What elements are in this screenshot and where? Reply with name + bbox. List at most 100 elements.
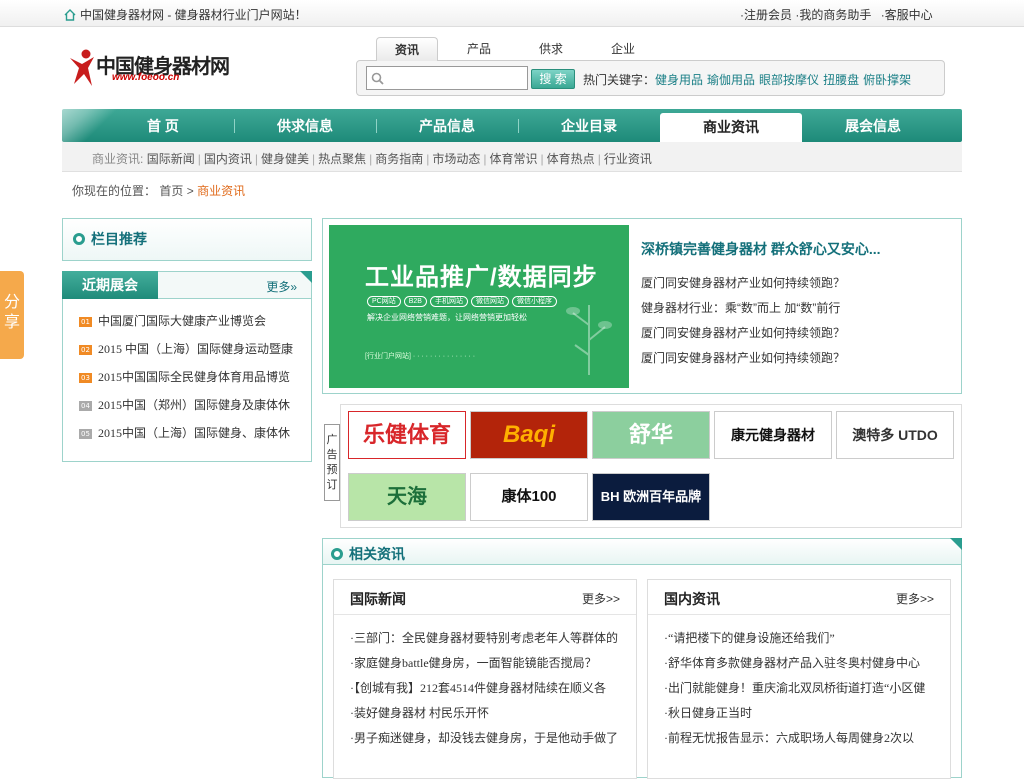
hot-keyword[interactable]: 俯卧撑架 xyxy=(863,73,911,87)
nav-item-home[interactable]: 首 页 xyxy=(92,109,234,142)
list-item[interactable]: 厦门同安健身器材产业如何持续领跑？ xyxy=(641,274,845,299)
hot-keyword[interactable]: 眼部按摩仪 xyxy=(759,73,819,87)
ad-booking-label[interactable]: 广告预订 xyxy=(324,424,340,501)
exhibition-title: 2015中国（郑州）国际健身及康体休 xyxy=(98,398,291,412)
customer-service-link[interactable]: ·客服中心 xyxy=(881,8,933,22)
breadcrumb-current[interactable]: 商业资讯 xyxy=(197,184,245,198)
list-item[interactable]: 02 2015 中国（上海）国际健身运动暨康 xyxy=(79,340,294,368)
number-badge: 02 xyxy=(79,345,92,355)
list-item[interactable]: 04 2015中国（郑州）国际健身及康体休 xyxy=(79,396,294,424)
subnav-item[interactable]: 商务指南 xyxy=(375,152,423,166)
column-more-link[interactable]: 更多>> xyxy=(896,590,934,607)
brand-ad-utdo[interactable]: 澳特多 UTDO xyxy=(836,411,954,459)
featured-headline[interactable]: 深桥镇完善健身器材 群众舒心又安心... xyxy=(641,239,881,259)
subnav-item[interactable]: 热点聚焦 xyxy=(318,152,366,166)
search-tab-products[interactable]: 产品 xyxy=(448,37,510,61)
hot-keyword[interactable]: 扭腰盘 xyxy=(823,73,859,87)
list-item[interactable]: ·舒华体育多款健身器材产品入驻冬奥村健身中心 xyxy=(664,654,939,679)
hot-keywords-label: 热门关键字： xyxy=(583,73,656,87)
exhibitions-title: 近期展会 xyxy=(62,271,158,299)
exhibition-title: 中国厦门国际大健康产业博览会 xyxy=(98,314,267,328)
home-icon xyxy=(64,9,76,21)
list-item[interactable]: ·装好健身器材 村民乐开怀 xyxy=(350,704,625,729)
banner-tag: 微信小程序 xyxy=(511,296,557,307)
brand-ad-lejian[interactable]: 乐健体育 xyxy=(348,411,466,459)
corner-decoration xyxy=(300,271,312,283)
related-title: 相关资讯 xyxy=(349,546,405,562)
brand-ad-baqi[interactable]: Baqi xyxy=(470,411,588,459)
banner-tag: 微信网站 xyxy=(470,296,509,307)
search-button[interactable]: 搜 索 xyxy=(531,69,575,89)
column-more-link[interactable]: 更多>> xyxy=(582,590,620,607)
breadcrumb: 你现在的位置： 首页 > 商业资讯 xyxy=(72,182,245,199)
business-assistant-link[interactable]: ·我的商务助手 xyxy=(795,8,871,22)
list-item[interactable]: 厦门同安健身器材产业如何持续领跑？ xyxy=(641,349,845,374)
list-item[interactable]: 01 中国厦门国际大健康产业博览会 xyxy=(79,312,294,340)
recommend-box: 栏目推荐 xyxy=(62,218,312,261)
list-item[interactable]: ·【创城有我】212套4514件健身器材陆续在顺义各 xyxy=(350,679,625,704)
exhibition-title: 2015中国国际全民健身体育用品博览 xyxy=(98,370,291,384)
share-label: 分享 xyxy=(3,294,20,331)
top-links: ·注册会员 ·我的商务助手 ·客服中心 xyxy=(740,6,933,23)
intl-news-column: 国际新闻 更多>> ·三部门：全民健身器材要特别考虑老年人等群体的 ·家庭健身b… xyxy=(333,579,637,779)
banner-footer: [行业门户网站] · · · · · · · · · · · · · · · xyxy=(365,353,476,360)
subnav-item[interactable]: 体育常识 xyxy=(490,152,538,166)
recommend-title: 栏目推荐 xyxy=(91,231,147,247)
search-input[interactable] xyxy=(385,67,525,89)
list-item[interactable]: 健身器材行业：乘“数”而上 加“数”前行 xyxy=(641,299,845,324)
search-tab-news[interactable]: 资讯 xyxy=(376,37,438,61)
logo-url: www.foeoo.cn xyxy=(112,72,180,83)
banner-tag: PC网站 xyxy=(367,296,401,307)
brand-ad-bh[interactable]: BH 欧洲百年品牌 xyxy=(592,473,710,521)
exhibitions-box: 近期展会 更多» 01 中国厦门国际大健康产业博览会 02 2015 中国（上海）国… xyxy=(62,271,312,462)
number-badge: 05 xyxy=(79,429,92,439)
list-item[interactable]: ·出门就能健身！重庆渝北双凤桥街道打造“小区健 xyxy=(664,679,939,704)
list-item[interactable]: ·秋日健身正当时 xyxy=(664,704,939,729)
subnav-item[interactable]: 市场动态 xyxy=(432,152,480,166)
banner-tag: 手机网站 xyxy=(429,296,468,307)
breadcrumb-separator: > xyxy=(186,184,194,198)
banner-tag: B2B xyxy=(403,296,427,307)
hot-keyword[interactable]: 瑜伽用品 xyxy=(707,73,755,87)
column-title: 国际新闻 xyxy=(350,591,406,607)
subnav-item[interactable]: 国内资讯 xyxy=(204,152,252,166)
bullet-icon xyxy=(331,548,343,560)
breadcrumb-home[interactable]: 首页 xyxy=(159,184,183,198)
home-link[interactable]: 中国健身器材网 - 健身器材行业门户网站！ xyxy=(64,6,307,23)
list-item[interactable]: ·男子痴迷健身，却没钱去健身房，于是他动手做了 xyxy=(350,729,625,754)
nav-item-exhibitions[interactable]: 展会信息 xyxy=(802,109,944,142)
breadcrumb-prefix: 你现在的位置： xyxy=(72,184,157,198)
brand-ad-shuhua[interactable]: 舒华 xyxy=(592,411,710,459)
search-tab-supply[interactable]: 供求 xyxy=(520,37,582,61)
brand-ad-kangyuan[interactable]: 康元健身器材 xyxy=(714,411,832,459)
site-logo[interactable]: 中国健身器材网 www.foeoo.cn xyxy=(68,48,238,88)
search-tab-companies[interactable]: 企业 xyxy=(592,37,654,61)
share-button[interactable]: 分享 xyxy=(0,271,24,359)
nav-item-supply[interactable]: 供求信息 xyxy=(234,109,376,142)
nav-item-products[interactable]: 产品信息 xyxy=(376,109,518,142)
register-link[interactable]: ·注册会员 xyxy=(740,8,792,22)
subnav-item[interactable]: 行业资讯 xyxy=(604,152,652,166)
list-item[interactable]: 厦门同安健身器材产业如何持续领跑？ xyxy=(641,324,845,349)
subnav-item[interactable]: 体育热点 xyxy=(547,152,595,166)
logo-figure-icon xyxy=(70,49,94,86)
nav-item-companies[interactable]: 企业目录 xyxy=(518,109,660,142)
list-item[interactable]: ·“请把楼下的健身设施还给我们” xyxy=(664,629,939,654)
nav-item-business-news[interactable]: 商业资讯 xyxy=(660,113,802,142)
sub-nav: 商业资讯: 国际新闻 | 国内资讯 | 健身健美 | 热点聚焦 | 商务指南 | 市场动态 | 体育常识… xyxy=(62,142,962,172)
exhibitions-more-link[interactable]: 更多» xyxy=(266,278,297,295)
brand-ad-kangti100[interactable]: 康体100 FITNESS xyxy=(470,473,588,521)
search-icon xyxy=(371,72,384,85)
hot-keyword[interactable]: 健身用品 xyxy=(655,73,703,87)
list-item[interactable]: 03 2015中国国际全民健身体育用品博览 xyxy=(79,368,294,396)
site-title: 中国健身器材网 - 健身器材行业门户网站！ xyxy=(80,8,307,22)
brand-ad-tianhai[interactable]: 天海 xyxy=(348,473,466,521)
list-item[interactable]: ·三部门：全民健身器材要特别考虑老年人等群体的 xyxy=(350,629,625,654)
featured-banner[interactable]: 工业品推广/数据同步 PC网站 B2B 手机网站 微信网站 微信小程序 解决企业网络营销… xyxy=(329,225,629,388)
corner-decoration xyxy=(950,538,962,550)
list-item[interactable]: ·前程无忧报告显示：六成职场人每周健身2次以 xyxy=(664,729,939,754)
subnav-item[interactable]: 国际新闻 xyxy=(147,152,195,166)
list-item[interactable]: 05 2015中国（上海）国际健身、康体休 xyxy=(79,424,294,452)
list-item[interactable]: ·家庭健身battle健身房，一面智能镜能否搅局？ xyxy=(350,654,625,679)
subnav-item[interactable]: 健身健美 xyxy=(261,152,309,166)
